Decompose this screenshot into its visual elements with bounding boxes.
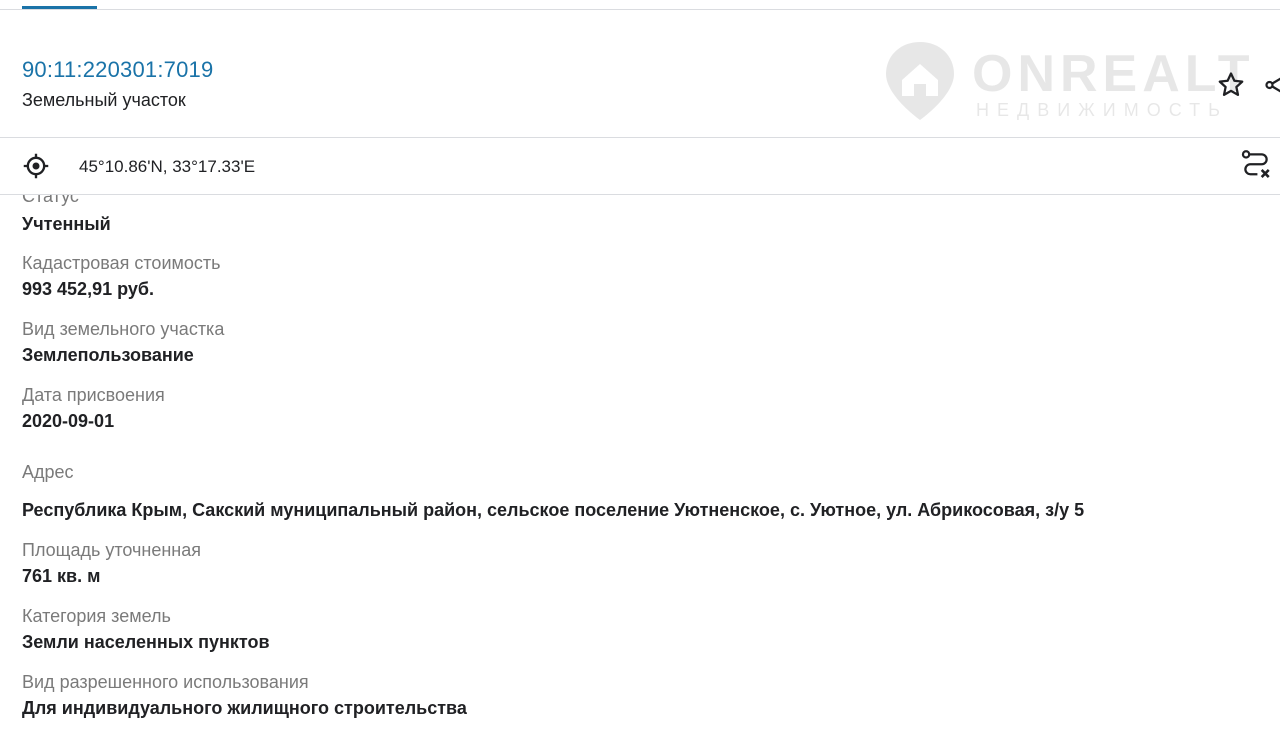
field-value: 761 кв. м xyxy=(22,566,101,586)
field-value: Для индивидуального жилищного строительс… xyxy=(22,698,467,718)
object-header: 90:11:220301:7019 Земельный участок ONRE… xyxy=(0,10,1280,137)
field-value: Учтенный xyxy=(22,214,111,234)
object-type: Земельный участок xyxy=(22,90,186,110)
house-pin-logo-icon xyxy=(886,42,954,120)
share-button[interactable] xyxy=(1260,68,1280,102)
field-land-category: Категория земель Земли населенных пункто… xyxy=(22,605,1262,653)
field-label: Кадастровая стоимость xyxy=(22,253,221,273)
field-value: Земли населенных пунктов xyxy=(22,632,270,652)
details-list: Статус Учтенный Кадастровая стоимость 99… xyxy=(0,195,1280,736)
field-value: Республика Крым, Сакский муниципальный р… xyxy=(22,500,1085,520)
share-icon xyxy=(1265,77,1280,93)
route-cancel-icon xyxy=(1241,150,1270,178)
field-label: Вид разрешенного использования xyxy=(22,672,309,692)
field-value: 2020-09-01 xyxy=(22,411,115,431)
field-assignment-date: Дата присвоения 2020-09-01 xyxy=(22,384,1262,432)
watermark-subtitle: НЕДВИЖИМОСТЬ xyxy=(976,100,1228,120)
field-permitted-use: Вид разрешенного использования Для индив… xyxy=(22,671,1262,719)
locate-button[interactable] xyxy=(20,150,52,182)
cadastral-info-panel: 90:11:220301:7019 Земельный участок ONRE… xyxy=(0,0,1280,736)
field-value: Землепользование xyxy=(22,345,194,365)
coordinates-text[interactable]: 45°10.86'N, 33°17.33'E xyxy=(79,157,255,177)
field-area: Площадь уточненная 761 кв. м xyxy=(22,539,1262,587)
crosshair-icon xyxy=(23,153,49,179)
star-outline-icon xyxy=(1218,72,1244,96)
field-label: Вид земельного участка xyxy=(22,319,225,339)
field-value: 993 452,91 руб. xyxy=(22,279,154,299)
field-label: Площадь уточненная xyxy=(22,540,201,560)
field-label: Категория земель xyxy=(22,606,171,626)
coordinates-bar: 45°10.86'N, 33°17.33'E xyxy=(0,138,1280,194)
field-status: Статус Учтенный xyxy=(22,195,1262,235)
favorite-button[interactable] xyxy=(1214,68,1248,102)
field-land-kind: Вид земельного участка Землепользование xyxy=(22,318,1262,366)
watermark-brand: ONREALT xyxy=(972,45,1255,103)
cadastral-number[interactable]: 90:11:220301:7019 xyxy=(22,57,213,83)
field-label: Дата присвоения xyxy=(22,385,165,405)
route-button[interactable] xyxy=(1238,147,1274,183)
watermark: ONREALT НЕДВИЖИМОСТЬ xyxy=(880,30,1260,125)
field-label: Статус xyxy=(22,195,79,206)
field-address: Адрес Республика Крым, Сакский муниципал… xyxy=(22,461,1262,521)
field-cadastral-value: Кадастровая стоимость 993 452,91 руб. xyxy=(22,252,1262,300)
field-label: Адрес xyxy=(22,462,74,482)
